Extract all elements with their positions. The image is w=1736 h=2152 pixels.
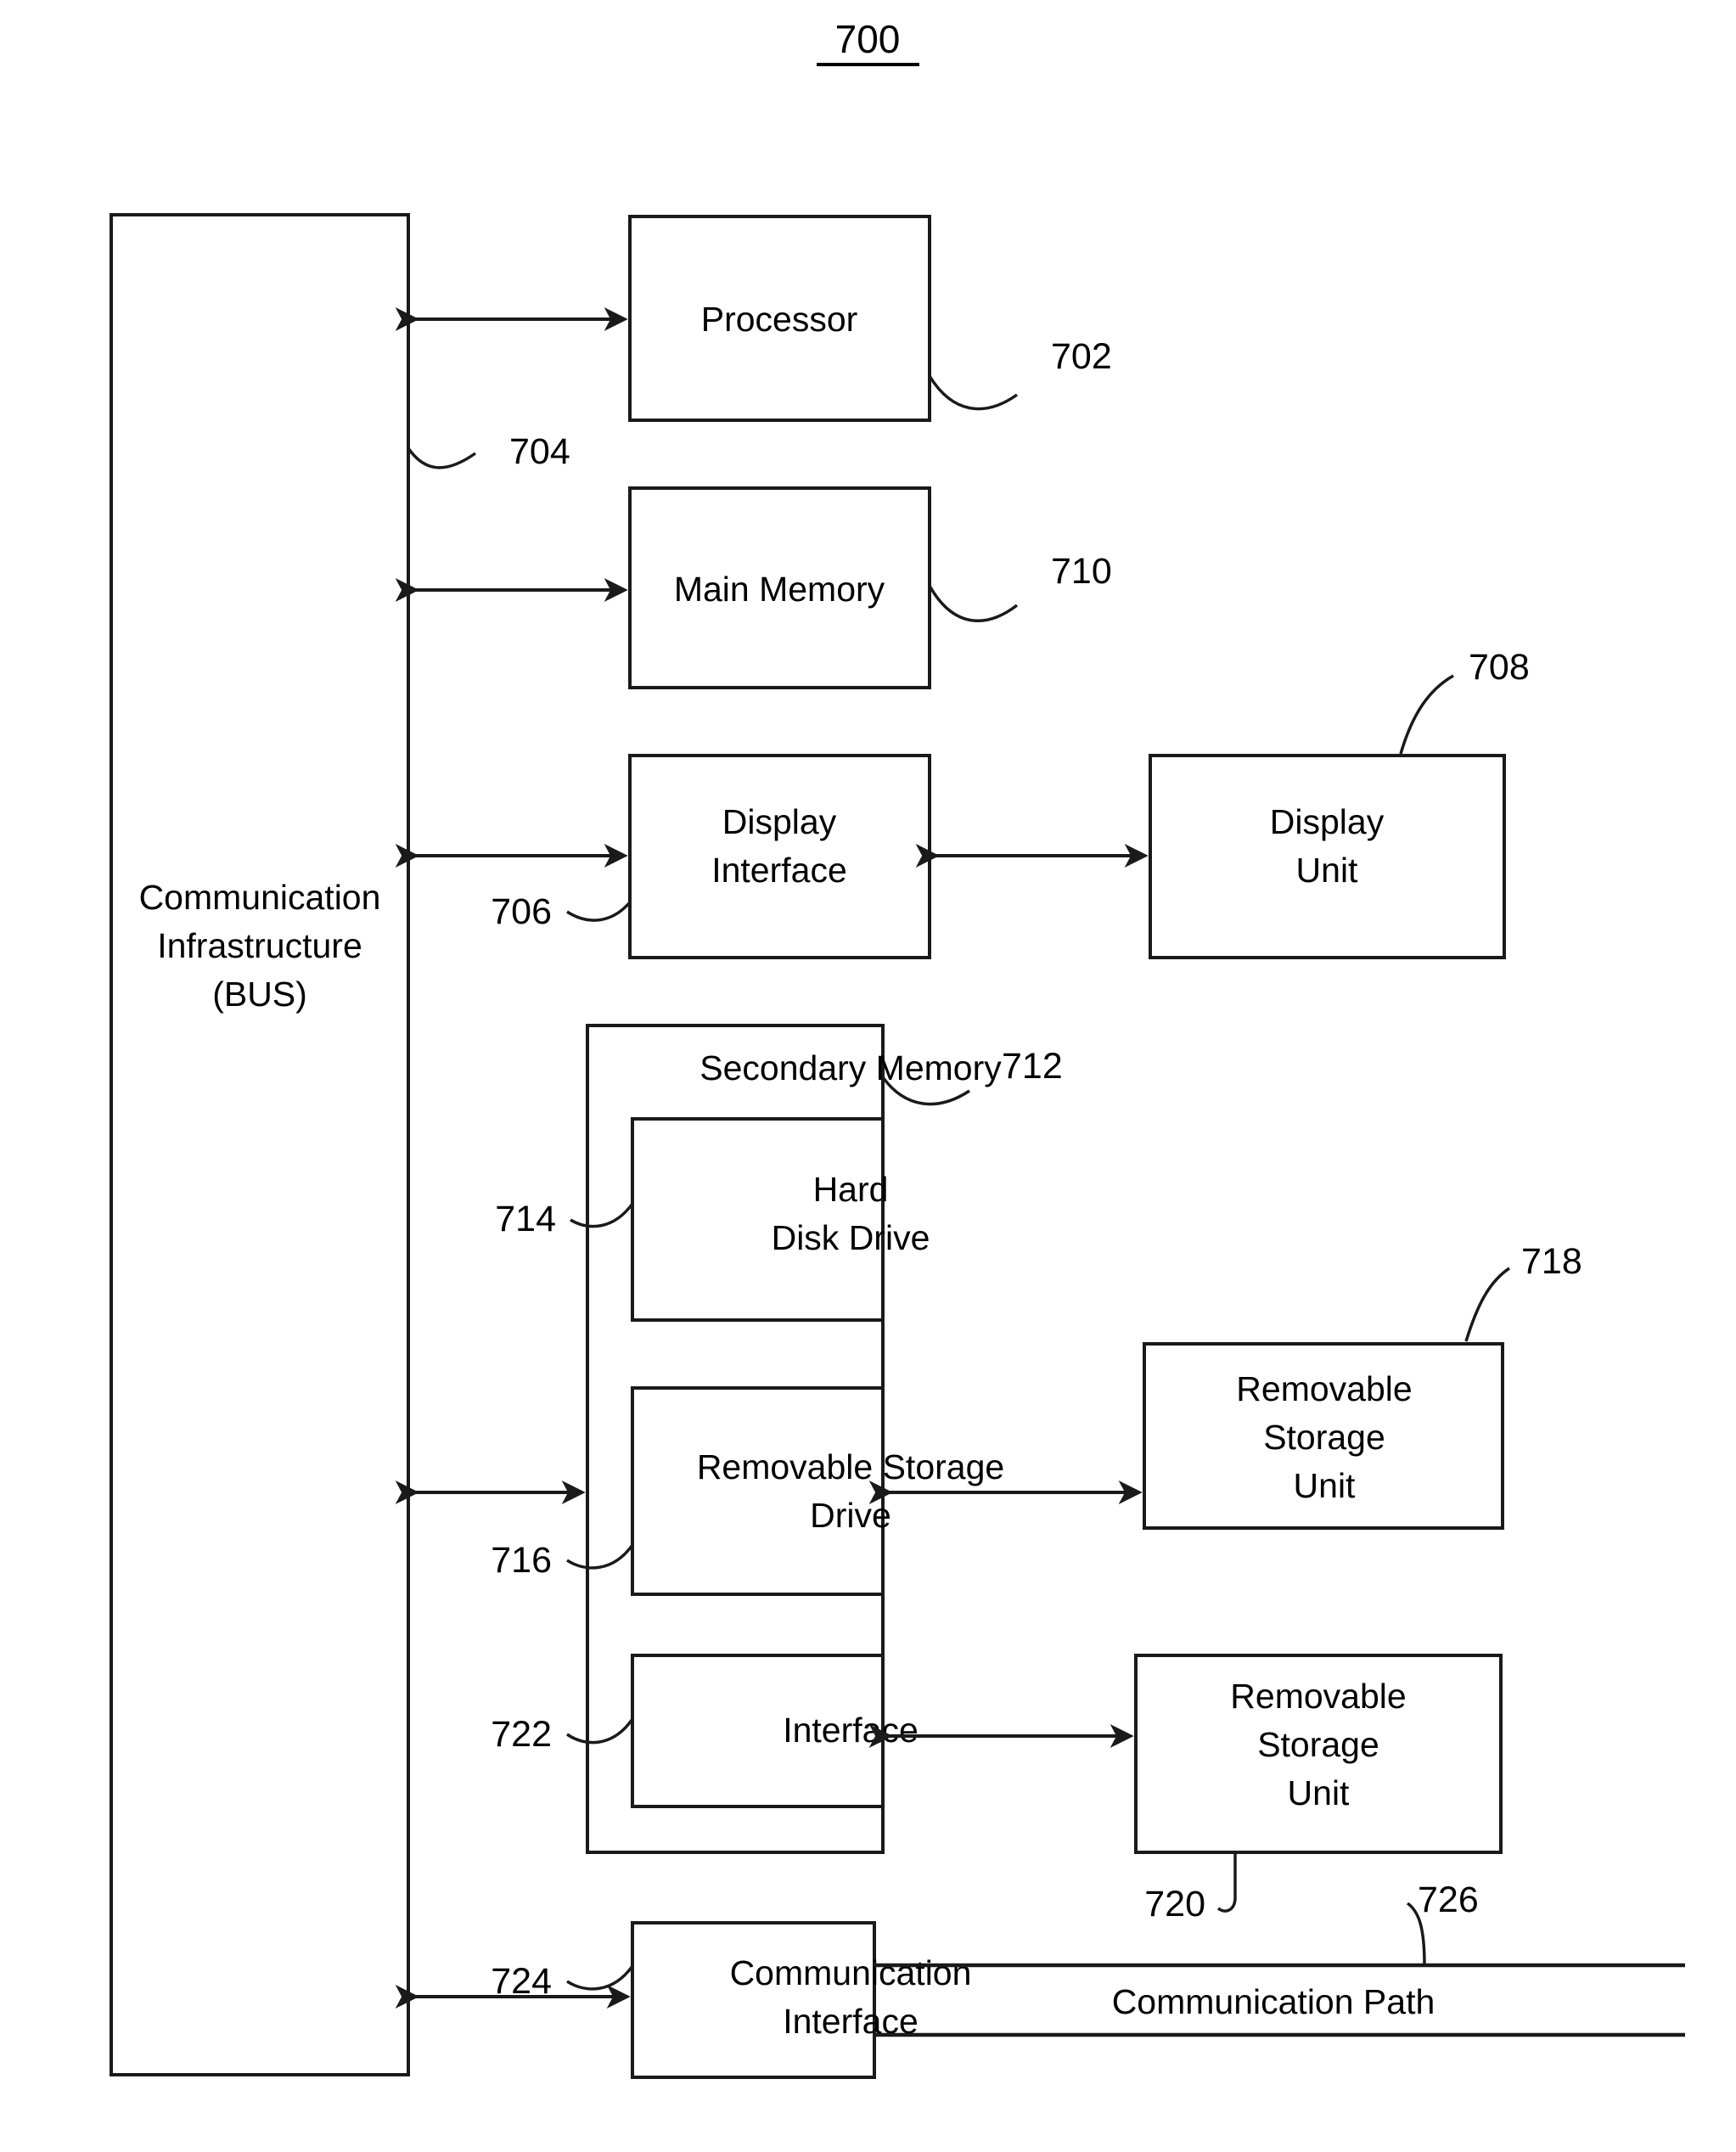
block-diagram-canvas: 700 Communication Infrastructure (BUS) 7… [110, 17, 1685, 2079]
communication-interface-box [631, 1921, 876, 2079]
ref-710-leader [928, 585, 1019, 623]
communication-path-label: Communication Path [1112, 1982, 1435, 2021]
removable-storage-drive-box [631, 1386, 885, 1596]
ref-710-label: 710 [1051, 551, 1112, 592]
bus-label-line3: (BUS) [212, 975, 307, 1014]
rsu-upper-label-line3: Unit [1294, 1466, 1357, 1505]
ref-704-leader [407, 447, 477, 469]
interface-label: Interface [783, 1711, 919, 1750]
ref-720-label: 720 [1144, 1884, 1205, 1924]
ref-704-label: 704 [509, 431, 570, 472]
ref-718-leader [1464, 1267, 1510, 1342]
figure-title: 700 [835, 17, 901, 61]
removable-storage-drive-label-line1: Removable Storage [697, 1447, 1004, 1486]
display-interface-label-line2: Interface [711, 851, 847, 890]
ref-706-label: 706 [491, 891, 552, 932]
ref-724-label: 724 [491, 1961, 552, 2002]
rsu-lower-label-line1: Removable [1230, 1677, 1406, 1716]
ref-726-label: 726 [1418, 1879, 1479, 1920]
bus-label-line1: Communication [139, 878, 381, 917]
display-unit-label-line2: Unit [1296, 851, 1359, 890]
bus-label-line2: Infrastructure [157, 926, 362, 965]
rsu-upper-label-line1: Removable [1236, 1369, 1412, 1408]
removable-storage-drive-label-line2: Drive [810, 1496, 891, 1535]
ref-708-leader [1399, 674, 1454, 755]
hard-disk-drive-label-line1: Hard [813, 1170, 889, 1209]
display-interface-label-line1: Display [722, 802, 837, 841]
bus-box [110, 213, 410, 2076]
ref-722-label: 722 [491, 1714, 552, 1755]
ref-724-leader [566, 1964, 634, 1991]
ref-720-leader [1216, 1852, 1237, 1913]
ref-712-label: 712 [1002, 1046, 1063, 1087]
ref-702-label: 702 [1051, 336, 1112, 377]
ref-716-label: 716 [491, 1540, 552, 1581]
processor-label: Processor [701, 300, 858, 339]
hard-disk-drive-label-line2: Disk Drive [772, 1218, 930, 1257]
ref-714-label: 714 [495, 1199, 556, 1239]
rsu-lower-label-line2: Storage [1257, 1725, 1379, 1764]
secondary-memory-label: Secondary Memory [699, 1048, 1002, 1087]
rsu-lower-label-line3: Unit [1288, 1773, 1351, 1812]
rsu-upper-label-line2: Storage [1263, 1418, 1385, 1457]
display-unit-label-line1: Display [1270, 802, 1385, 841]
ref-708-label: 708 [1469, 647, 1530, 688]
patent-figure-700: 700 Communication Infrastructure (BUS) 7… [0, 0, 1736, 2152]
ref-718-label: 718 [1521, 1241, 1582, 1282]
ref-702-leader [928, 375, 1019, 411]
main-memory-label: Main Memory [674, 570, 885, 609]
communication-interface-label-line1: Communication [730, 1953, 972, 1992]
ref-706-leader [566, 901, 632, 922]
